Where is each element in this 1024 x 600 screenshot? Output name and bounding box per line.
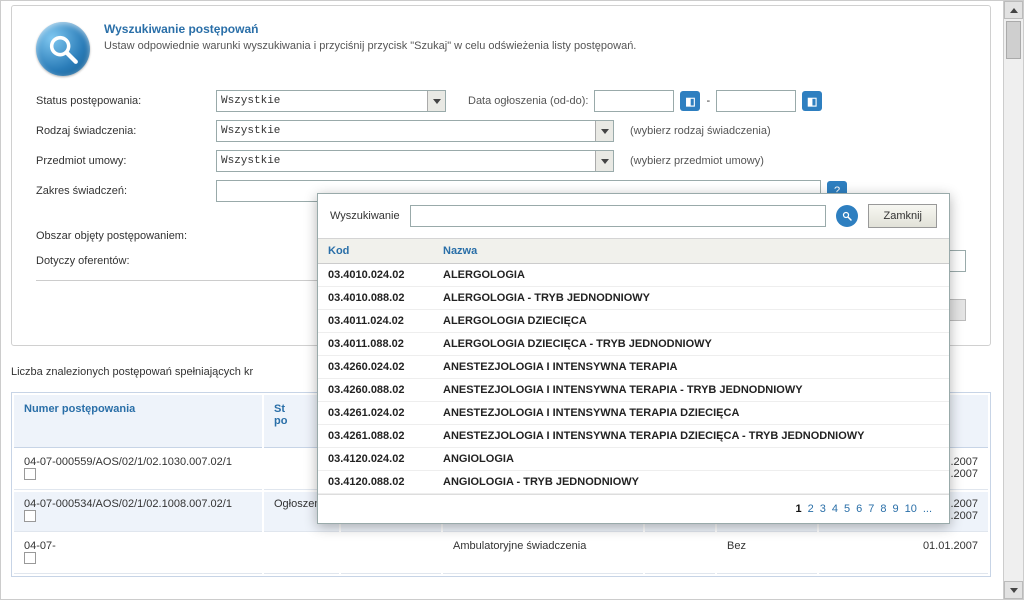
cell-dates: 01.01.2007 <box>819 534 988 574</box>
lookup-row[interactable]: 03.4120.024.02ANGIOLOGIA <box>318 448 949 471</box>
scroll-up-icon[interactable] <box>1004 1 1023 19</box>
panel-subtitle: Ustaw odpowiednie warunki wyszukiwania i… <box>104 40 636 52</box>
cell-nazwa: ANESTEZJOLOGIA I INTENSYWNA TERAPIA DZIE… <box>433 425 949 448</box>
cell-nazwa: ALERGOLOGIA DZIECIĘCA - TRYB JEDNODNIOWY <box>433 333 949 356</box>
lookup-row[interactable]: 03.4260.088.02ANESTEZJOLOGIA I INTENSYWN… <box>318 379 949 402</box>
lookup-row[interactable]: 03.4010.024.02ALERGOLOGIA <box>318 264 949 287</box>
table-row[interactable]: 04-07- Ambulatoryjne świadczenia Bez01.01.… <box>14 534 988 574</box>
page-link[interactable]: 6 <box>856 503 862 515</box>
chevron-down-icon[interactable] <box>427 91 445 111</box>
date-from-input[interactable] <box>594 90 674 112</box>
chevron-down-icon[interactable] <box>595 121 613 141</box>
date-to-input[interactable] <box>716 90 796 112</box>
outer-scrollbar[interactable] <box>1003 1 1023 599</box>
close-button[interactable]: Zamknij <box>868 204 937 228</box>
cell-nazwa: ANGIOLOGIA <box>433 448 949 471</box>
przedmiot-select[interactable]: Wszystkie <box>216 150 614 172</box>
magnifier-icon <box>36 22 90 76</box>
cell-nazwa: ANGIOLOGIA - TRYB JEDNODNIOWY <box>433 471 949 494</box>
popup-search-label: Wyszukiwanie <box>330 210 400 222</box>
cell-nazwa: ALERGOLOGIA <box>433 264 949 287</box>
lookup-popup: Wyszukiwanie Zamknij Kod Nazwa 03.4010.0… <box>317 193 950 524</box>
cell-c4 <box>645 534 715 574</box>
cell-kod: 03.4260.088.02 <box>318 379 433 402</box>
lookup-row[interactable]: 03.4261.088.02ANESTEZJOLOGIA I INTENSYWN… <box>318 425 949 448</box>
oferent-label: Dotyczy oferentów: <box>36 255 216 267</box>
page-link[interactable]: 4 <box>832 503 838 515</box>
lookup-row[interactable]: 03.4010.088.02ALERGOLOGIA - TRYB JEDNODN… <box>318 287 949 310</box>
chevron-down-icon[interactable] <box>595 151 613 171</box>
document-icon <box>24 552 36 564</box>
document-icon <box>24 468 36 480</box>
lookup-grid: Kod Nazwa 03.4010.024.02ALERGOLOGIA03.40… <box>318 239 949 494</box>
cell-kod: 03.4260.024.02 <box>318 356 433 379</box>
cell-kod: 03.4120.088.02 <box>318 471 433 494</box>
cell-kod: 03.4010.024.02 <box>318 264 433 287</box>
lookup-row[interactable]: 03.4260.024.02ANESTEZJOLOGIA I INTENSYWN… <box>318 356 949 379</box>
cell-numer: 04-07-000534/AOS/02/1/02.1008.007.02/1 <box>14 492 262 532</box>
scroll-down-icon[interactable] <box>1004 581 1023 599</box>
cell-kod: 03.4011.088.02 <box>318 333 433 356</box>
rodzaj-label: Rodzaj świadczenia: <box>36 125 216 137</box>
page-link[interactable]: ... <box>923 503 932 515</box>
cell-c2 <box>341 534 441 574</box>
status-label: Status postępowania: <box>36 95 216 107</box>
cell-kod: 03.4261.024.02 <box>318 402 433 425</box>
page-link[interactable]: 7 <box>868 503 874 515</box>
obszar-label: Obszar objęty postępowaniem: <box>36 230 216 242</box>
document-icon <box>24 510 36 522</box>
zakres-label: Zakres świadczeń: <box>36 185 216 197</box>
lookup-row[interactable]: 03.4120.088.02ANGIOLOGIA - TRYB JEDNODNI… <box>318 471 949 494</box>
date-label: Data ogłoszenia (od-do): <box>468 95 588 107</box>
lookup-row[interactable]: 03.4261.024.02ANESTEZJOLOGIA I INTENSYWN… <box>318 402 949 425</box>
cell-nazwa: ALERGOLOGIA DZIECIĘCA <box>433 310 949 333</box>
search-icon[interactable] <box>836 205 858 227</box>
cell-c3: Ambulatoryjne świadczenia <box>443 534 643 574</box>
cell-c1 <box>264 534 339 574</box>
page-link[interactable]: 8 <box>880 503 886 515</box>
rodzaj-select[interactable]: Wszystkie <box>216 120 614 142</box>
przedmiot-hint: (wybierz przedmiot umowy) <box>630 155 764 167</box>
col-kod[interactable]: Kod <box>318 239 433 264</box>
rodzaj-value: Wszystkie <box>221 125 280 137</box>
cell-nazwa: ALERGOLOGIA - TRYB JEDNODNIOWY <box>433 287 949 310</box>
calendar-icon[interactable]: ◧ <box>802 91 822 111</box>
cell-nazwa: ANESTEZJOLOGIA I INTENSYWNA TERAPIA DZIE… <box>433 402 949 425</box>
cell-numer: 04-07-000559/AOS/02/1/02.1030.007.02/1 <box>14 450 262 490</box>
page-link[interactable]: 10 <box>905 503 917 515</box>
scroll-thumb[interactable] <box>1006 21 1021 59</box>
cell-kod: 03.4010.088.02 <box>318 287 433 310</box>
przedmiot-value: Wszystkie <box>221 155 280 167</box>
page-link[interactable]: 3 <box>820 503 826 515</box>
col-nazwa[interactable]: Nazwa <box>433 239 949 264</box>
cell-kod: 03.4011.024.02 <box>318 310 433 333</box>
lookup-row[interactable]: 03.4011.088.02ALERGOLOGIA DZIECIĘCA - TR… <box>318 333 949 356</box>
col-numer[interactable]: Numer postępowania <box>14 395 262 448</box>
pager: 123456789 10... <box>318 494 949 523</box>
panel-title: Wyszukiwanie postępowań <box>104 22 636 36</box>
cell-kod: 03.4120.024.02 <box>318 448 433 471</box>
cell-numer: 04-07- <box>14 534 262 574</box>
cell-nazwa: ANESTEZJOLOGIA I INTENSYWNA TERAPIA <box>433 356 949 379</box>
calendar-icon[interactable]: ◧ <box>680 91 700 111</box>
page-link[interactable]: 2 <box>808 503 814 515</box>
cell-limit: Bez <box>717 534 817 574</box>
status-select[interactable]: Wszystkie <box>216 90 446 112</box>
page-link[interactable]: 9 <box>892 503 898 515</box>
lookup-row[interactable]: 03.4011.024.02ALERGOLOGIA DZIECIĘCA <box>318 310 949 333</box>
page-link[interactable]: 1 <box>795 503 801 515</box>
przedmiot-label: Przedmiot umowy: <box>36 155 216 167</box>
page-link[interactable]: 5 <box>844 503 850 515</box>
status-value: Wszystkie <box>221 95 280 107</box>
rodzaj-hint: (wybierz rodzaj świadczenia) <box>630 125 771 137</box>
popup-search-input[interactable] <box>410 205 827 227</box>
cell-nazwa: ANESTEZJOLOGIA I INTENSYWNA TERAPIA - TR… <box>433 379 949 402</box>
cell-kod: 03.4261.088.02 <box>318 425 433 448</box>
